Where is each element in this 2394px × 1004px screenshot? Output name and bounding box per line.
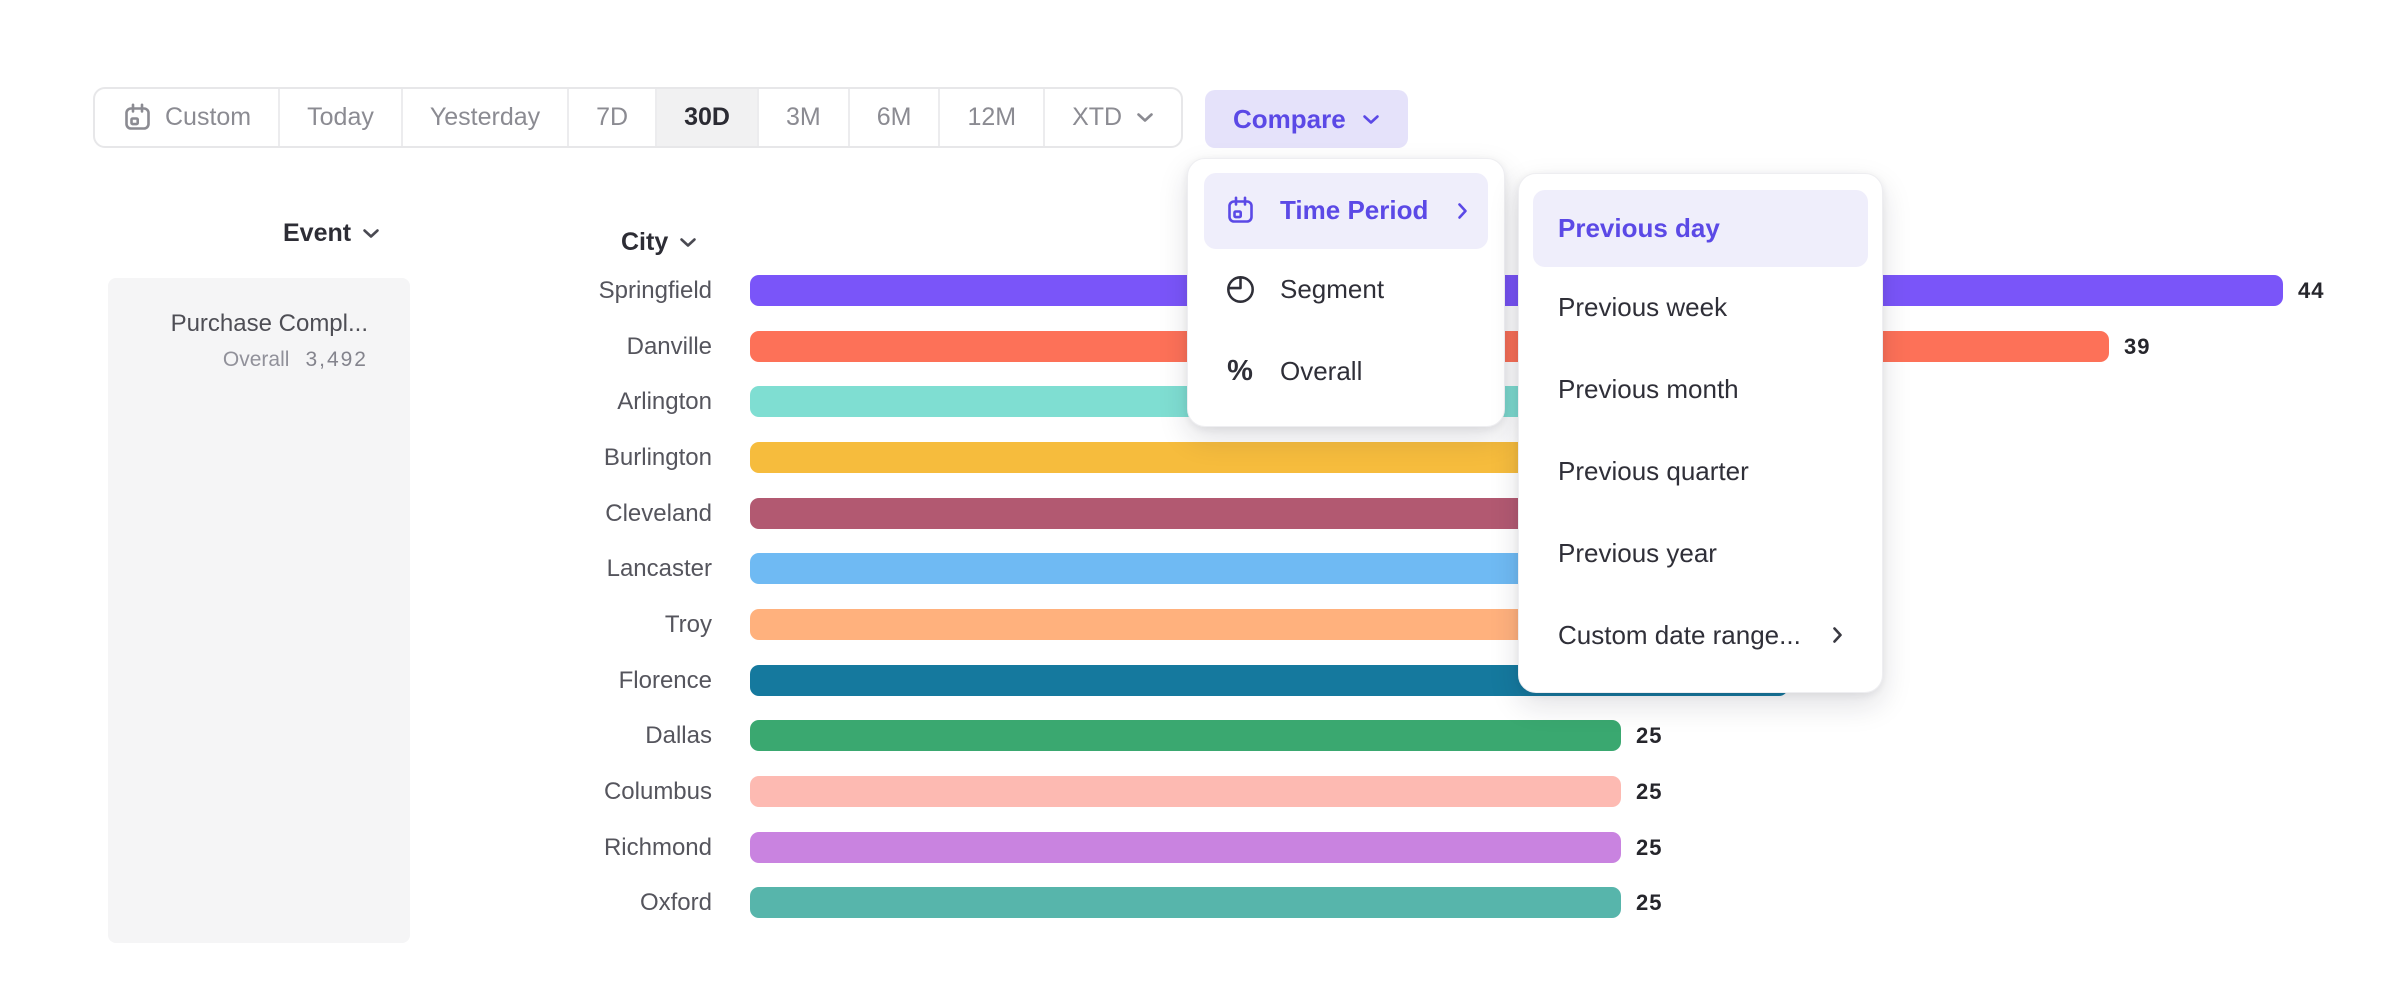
date-range-label: 3M <box>786 103 821 132</box>
segment-icon <box>1224 274 1256 305</box>
submenu-item-label: Previous day <box>1558 213 1720 244</box>
chevron-down-icon <box>1136 112 1154 123</box>
bar-dallas[interactable] <box>750 720 1621 751</box>
time-period-option-previous-week[interactable]: Previous week <box>1533 267 1868 349</box>
time-period-option-previous-year[interactable]: Previous year <box>1533 512 1868 594</box>
date-range-button-today[interactable]: Today <box>278 89 401 146</box>
date-range-button-6m[interactable]: 6M <box>848 89 939 146</box>
menu-item-label: Time Period <box>1280 195 1428 226</box>
date-range-label: 7D <box>596 103 628 132</box>
bar-value-columbus: 25 <box>1636 776 1662 807</box>
date-range-button-custom[interactable]: Custom <box>95 89 278 146</box>
bar-value-danville: 39 <box>2124 331 2150 362</box>
bar-label-lancaster: Lancaster <box>420 553 712 584</box>
compare-menu-item-overall[interactable]: % Overall <box>1204 330 1488 412</box>
compare-menu-item-time-period[interactable]: Time Period <box>1204 173 1488 249</box>
bar-columbus[interactable] <box>750 776 1621 807</box>
date-range-label: XTD <box>1072 103 1122 132</box>
date-range-label: Yesterday <box>430 103 540 132</box>
date-range-label: 6M <box>877 103 912 132</box>
bar-label-troy: Troy <box>420 609 712 640</box>
submenu-item-label: Previous week <box>1558 292 1727 323</box>
date-range-button-3m[interactable]: 3M <box>757 89 848 146</box>
date-range-button-30d[interactable]: 30D <box>655 89 757 146</box>
percent-icon: % <box>1224 357 1256 386</box>
bar-value-oxford: 25 <box>1636 887 1662 918</box>
submenu-item-label: Previous year <box>1558 538 1717 569</box>
bar-label-dallas: Dallas <box>420 720 712 751</box>
chevron-down-icon <box>679 237 697 248</box>
analytics-dashboard: Custom Today Yesterday 7D 30D 3M 6M 12M XTD Comp… <box>0 0 2394 1004</box>
time-period-option-previous-day[interactable]: Previous day <box>1533 190 1868 267</box>
bar-label-cleveland: Cleveland <box>420 498 712 529</box>
date-range-label: Today <box>307 103 374 132</box>
bar-label-columbus: Columbus <box>420 776 712 807</box>
compare-dropdown-menu: Time Period Segment% Overall <box>1187 158 1505 427</box>
bar-label-springfield: Springfield <box>420 275 712 306</box>
event-column-header[interactable]: Event <box>283 219 380 248</box>
date-range-group: Custom Today Yesterday 7D 30D 3M 6M 12M XTD <box>93 87 1183 148</box>
bar-value-springfield: 44 <box>2298 275 2324 306</box>
menu-item-label: Overall <box>1280 356 1362 387</box>
compare-button[interactable]: Compare <box>1205 90 1408 148</box>
calendar-icon <box>1224 195 1256 226</box>
city-header-label: City <box>621 228 668 257</box>
event-header-label: Event <box>283 219 351 248</box>
date-range-button-yesterday[interactable]: Yesterday <box>401 89 567 146</box>
date-range-button-12m[interactable]: 12M <box>938 89 1043 146</box>
bar-label-florence: Florence <box>420 665 712 696</box>
bar-label-richmond: Richmond <box>420 832 712 863</box>
time-period-option-custom-date-range-[interactable]: Custom date range... <box>1533 594 1868 676</box>
calendar-icon <box>122 102 153 133</box>
date-range-label: Custom <box>165 103 251 132</box>
bar-label-arlington: Arlington <box>420 386 712 417</box>
date-range-label: 12M <box>967 103 1016 132</box>
bar-label-burlington: Burlington <box>420 442 712 473</box>
chevron-right-icon <box>1832 626 1843 644</box>
chevron-down-icon <box>362 228 380 239</box>
time-period-submenu: Previous day Previous week Previous month P… <box>1518 173 1883 693</box>
date-range-button-xtd[interactable]: XTD <box>1043 89 1181 146</box>
city-column-header[interactable]: City <box>621 228 697 257</box>
bar-richmond[interactable] <box>750 832 1621 863</box>
submenu-item-label: Previous month <box>1558 374 1739 405</box>
bar-value-dallas: 25 <box>1636 720 1662 751</box>
time-period-option-previous-quarter[interactable]: Previous quarter <box>1533 431 1868 513</box>
bar-value-richmond: 25 <box>1636 832 1662 863</box>
bar-chart: Springfield 44 Danville 39 Arlington Burlingt… <box>0 0 2394 1004</box>
bar-label-oxford: Oxford <box>420 887 712 918</box>
submenu-item-label: Previous quarter <box>1558 456 1749 487</box>
submenu-item-label: Custom date range... <box>1558 620 1801 651</box>
bar-oxford[interactable] <box>750 887 1621 918</box>
bar-label-danville: Danville <box>420 331 712 362</box>
chevron-down-icon <box>1362 114 1380 125</box>
chevron-right-icon <box>1457 202 1468 220</box>
menu-item-label: Segment <box>1280 274 1384 305</box>
compare-button-label: Compare <box>1233 104 1346 135</box>
bar-springfield[interactable] <box>750 275 2283 306</box>
date-range-button-7d[interactable]: 7D <box>567 89 655 146</box>
date-range-label: 30D <box>684 103 730 132</box>
time-period-option-previous-month[interactable]: Previous month <box>1533 349 1868 431</box>
compare-menu-item-segment[interactable]: Segment <box>1204 249 1488 331</box>
